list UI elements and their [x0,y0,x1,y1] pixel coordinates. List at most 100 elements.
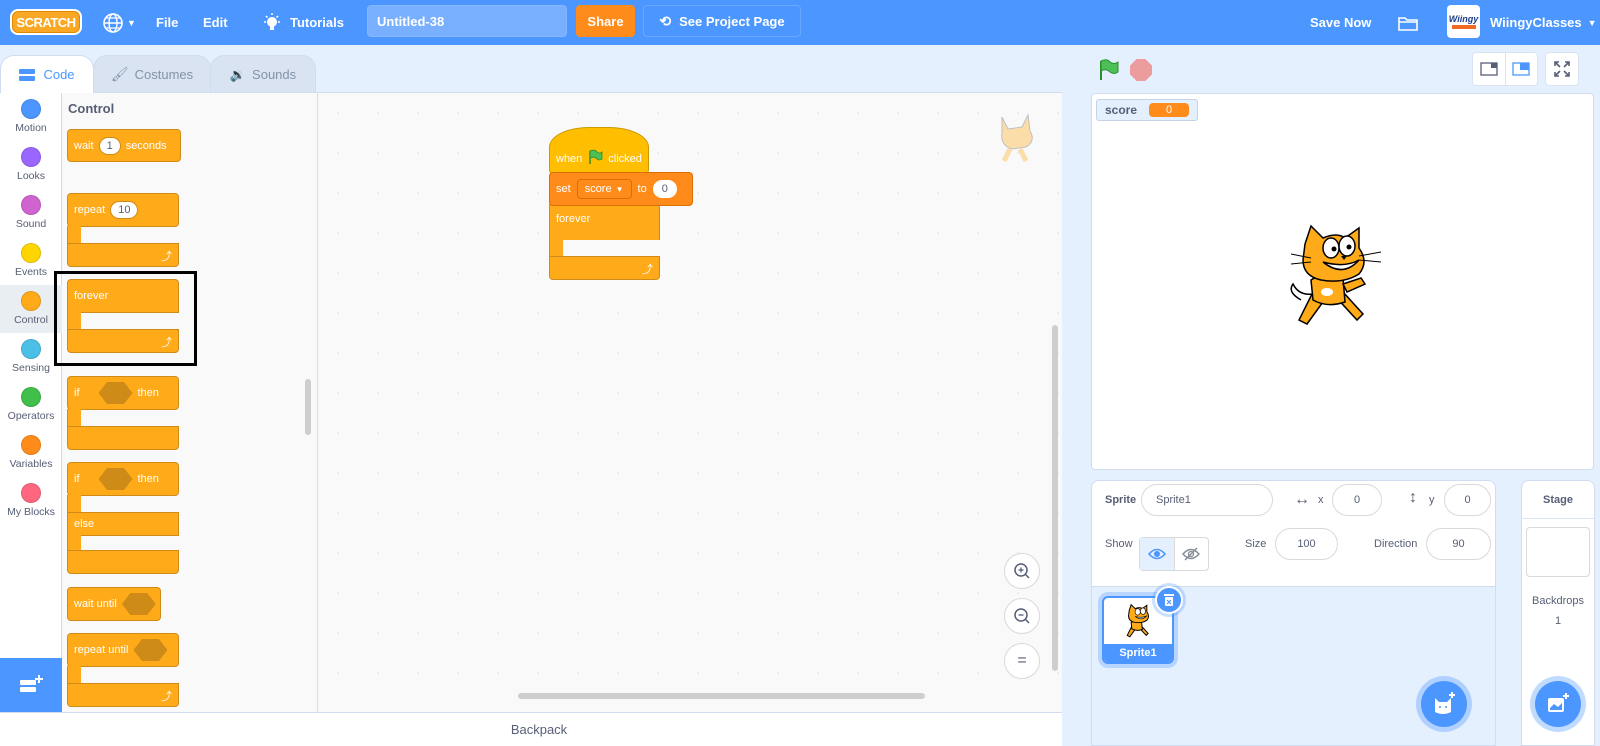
fullscreen-button[interactable] [1545,52,1579,86]
looks-dot-icon [21,147,41,167]
choose-sprite-button[interactable] [1421,681,1467,727]
tutorials-button[interactable]: Tutorials [262,0,344,45]
wait-until-block[interactable]: wait until [67,587,161,621]
stage-thumbnail[interactable] [1526,527,1590,577]
loop-arrow-icon: ⤴ [642,264,653,276]
repeat-until-block-top[interactable]: repeat until [67,633,179,667]
variable-dropdown[interactable]: score ▼ [576,179,632,199]
save-now-button[interactable]: Save Now [1310,0,1371,45]
repeat-block-top[interactable]: repeat 10 [67,193,179,227]
variable-monitor-score[interactable]: score 0 [1096,99,1199,121]
condition-slot[interactable] [98,382,133,404]
see-project-page-button[interactable]: ⟲ See Project Page [643,5,801,37]
script-vertical-scrollbar[interactable] [1052,325,1058,671]
show-sprite-button[interactable] [1140,538,1175,570]
tab-costumes[interactable]: 🖌 Costumes [93,55,211,93]
category-motion[interactable]: Motion [0,93,62,141]
sprite-cat[interactable] [1283,222,1387,330]
script-area[interactable]: when clicked set score ▼ to 0 forever ⤴ … [317,92,1062,712]
stop-button[interactable] [1130,59,1152,81]
y-input[interactable]: 0 [1444,484,1491,516]
delete-sprite-button[interactable] [1155,586,1183,614]
block-text: repeat [74,204,106,216]
wait-seconds-input[interactable]: 1 [98,136,121,155]
direction-input[interactable]: 90 [1426,528,1491,560]
script-horizontal-scrollbar[interactable] [518,693,925,699]
sensing-dot-icon [21,339,41,359]
repeat-count-input[interactable]: 10 [110,201,139,219]
x-input[interactable]: 0 [1332,484,1382,516]
eye-icon [1147,548,1166,560]
category-my-blocks[interactable]: My Blocks [0,477,62,525]
tab-code[interactable]: Code [0,55,94,93]
c-foot: ⤴ [549,256,660,280]
operators-dot-icon [21,387,41,407]
edit-menu[interactable]: Edit [203,0,228,45]
condition-slot[interactable] [121,593,156,615]
small-stage-button[interactable] [1473,53,1506,85]
c-arm [549,239,563,257]
trash-icon [1164,594,1174,606]
fullscreen-icon [1554,61,1570,77]
category-operators[interactable]: Operators [0,381,62,429]
show-label: Show [1105,538,1133,550]
hide-sprite-button[interactable] [1175,538,1209,570]
project-title-input[interactable]: Untitled-38 [367,5,567,37]
tutorials-label: Tutorials [290,15,344,30]
stage-canvas[interactable]: score 0 [1091,93,1594,470]
loop-arrow-icon: ⤴ [161,691,172,703]
category-variables[interactable]: Variables [0,429,62,477]
remix-arrows-icon: ⟲ [659,12,672,29]
x-arrows-icon: ↔ [1294,491,1310,508]
variable-name: score [584,183,612,195]
category-label: Sound [15,218,47,230]
language-menu[interactable]: ▼ [102,0,136,45]
add-extension-button[interactable] [0,658,62,712]
c-arm [67,495,81,513]
wait-seconds-block[interactable]: wait 1 seconds [67,129,181,162]
scratch-logo[interactable]: SCRATCH [10,9,82,35]
tab-sounds[interactable]: 🔉 Sounds [210,55,316,93]
add-sprite-cat-icon [1435,692,1455,714]
zoom-out-button[interactable] [1004,598,1040,634]
block-text: then [137,387,159,399]
condition-slot[interactable] [133,639,168,661]
share-button[interactable]: Share [576,5,635,37]
else-section: else [67,512,179,536]
backpack-label: Backpack [510,722,568,737]
my-stuff-button[interactable] [1397,0,1419,45]
category-sound[interactable]: Sound [0,189,62,237]
category-sensing[interactable]: Sensing [0,333,62,381]
size-input[interactable]: 100 [1275,528,1338,560]
set-value-input[interactable]: 0 [652,180,677,198]
condition-slot[interactable] [98,468,133,490]
zoom-reset-button[interactable]: = [1004,643,1040,679]
palette-scrollbar[interactable] [305,379,311,435]
when-flag-clicked-block[interactable]: when clicked [549,127,649,174]
avatar[interactable]: Wiingy [1447,5,1480,38]
normal-stage-button[interactable] [1506,53,1538,85]
zoom-in-button[interactable] [1004,553,1040,589]
c-foot: ⤴ [67,683,179,707]
sprite-watermark-icon [1001,113,1033,163]
motion-dot-icon [21,99,41,119]
sprite-name-input[interactable]: Sprite1 [1141,484,1273,516]
stage-target-pane[interactable]: Stage Backdrops 1 [1521,480,1595,746]
file-menu[interactable]: File [156,0,178,45]
add-extension-icon [20,675,43,692]
if-else-block-top[interactable]: if then [67,462,179,496]
category-looks[interactable]: Looks [0,141,62,189]
tab-costumes-label: Costumes [134,67,194,82]
choose-backdrop-button[interactable] [1535,681,1581,727]
green-flag-button[interactable] [1097,58,1121,82]
c-foot [67,550,179,574]
category-control[interactable]: Control [0,285,62,333]
set-variable-block[interactable]: set score ▼ to 0 [549,172,693,206]
sprite-info-panel: Sprite Sprite1 ↔ x 0 ↕ y 0 Show Size 100… [1092,481,1495,587]
monitor-value: 0 [1149,103,1190,117]
sprite-name-label: Sprite [1105,494,1137,506]
category-events[interactable]: Events [0,237,62,285]
backpack[interactable]: Backpack [0,712,1062,746]
if-then-block-top[interactable]: if then [67,376,179,410]
account-menu[interactable]: WiingyClasses ▼ [1490,0,1597,45]
